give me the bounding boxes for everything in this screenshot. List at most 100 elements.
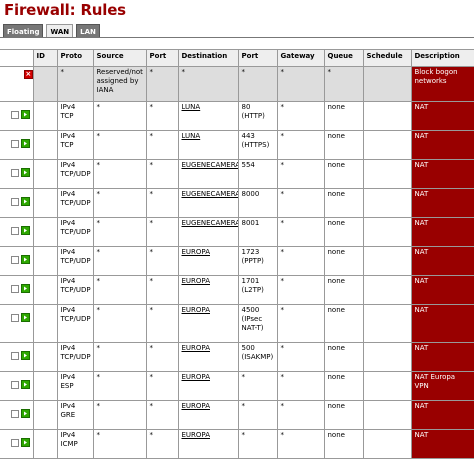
- pass-rule-icon[interactable]: [21, 409, 30, 418]
- tab-wan[interactable]: WAN: [46, 24, 74, 38]
- row-checkbox[interactable]: [11, 168, 19, 177]
- header-gateway: Gateway: [276, 49, 325, 67]
- cell-schedule: [362, 101, 412, 131]
- pass-rule-icon[interactable]: [21, 313, 30, 322]
- pass-rule-icon[interactable]: [21, 284, 30, 293]
- cell-destination: EUGENECAMERA: [177, 188, 239, 218]
- cell-id: [32, 188, 58, 218]
- cell-description: NAT: [410, 217, 474, 247]
- destination-alias-link[interactable]: LUNA: [182, 132, 201, 140]
- destination-alias-link[interactable]: EUROPA: [182, 373, 210, 381]
- pass-rule-icon[interactable]: [21, 110, 30, 119]
- cell-schedule: [362, 130, 412, 160]
- rules-body: × * Reserved/not assigned by IANA * * * * * Bloc…: [0, 66, 474, 459]
- row-checkbox[interactable]: [11, 409, 19, 418]
- row-checkbox[interactable]: [11, 351, 19, 360]
- cell-description: NAT: [410, 188, 474, 218]
- row-checkbox[interactable]: [11, 110, 19, 119]
- destination-alias-link[interactable]: EUROPA: [182, 431, 210, 439]
- row-checkbox[interactable]: [11, 255, 19, 264]
- cell-source: *: [92, 188, 147, 218]
- cell-source: *: [92, 429, 147, 459]
- cell-proto: IPv4 TCP/UDP: [56, 217, 94, 247]
- pass-rule-icon[interactable]: [21, 197, 30, 206]
- pass-rule-icon[interactable]: [21, 168, 30, 177]
- tab-divider: [0, 37, 474, 38]
- table-row: IPv4 TCP/UDP * * EUROPA 4500 (IPsec NAT-T) * n…: [0, 304, 474, 343]
- header-destination: Destination: [177, 49, 239, 67]
- cell-source-port: *: [145, 304, 179, 343]
- cell-source-port: *: [145, 275, 179, 305]
- table-row: × * Reserved/not assigned by IANA * * * * * Bloc…: [0, 66, 474, 102]
- cell-description: NAT Europa VPN: [410, 371, 474, 401]
- cell-queue: none: [323, 159, 364, 189]
- row-checkbox[interactable]: [11, 139, 19, 148]
- row-controls: [0, 342, 33, 372]
- cell-description: NAT: [410, 400, 474, 430]
- cell-destination: EUGENECAMERA: [177, 217, 239, 247]
- row-controls: [0, 400, 33, 430]
- table-row: IPv4 TCP/UDP * * EUGENECAMERA 8001 * none NAT: [0, 217, 474, 247]
- destination-alias-link[interactable]: LUNA: [182, 103, 201, 111]
- pass-rule-icon[interactable]: [21, 380, 30, 389]
- cell-destination: EUROPA: [177, 275, 239, 305]
- pass-rule-icon[interactable]: [21, 226, 30, 235]
- cell-proto: IPv4 TCP/UDP: [56, 342, 94, 372]
- cell-gateway: *: [276, 101, 325, 131]
- cell-destination: LUNA: [177, 101, 239, 131]
- cell-id: [32, 429, 58, 459]
- cell-queue: none: [323, 429, 364, 459]
- table-row: IPv4 TCP/UDP * * EUROPA 1701 (L2TP) * none NAT: [0, 275, 474, 305]
- cell-destination: EUROPA: [177, 246, 239, 276]
- cell-queue: none: [323, 217, 364, 247]
- cell-id: [32, 371, 58, 401]
- cell-destination: LUNA: [177, 130, 239, 160]
- cell-queue: none: [323, 304, 364, 343]
- cell-description: NAT: [410, 429, 474, 459]
- row-checkbox[interactable]: [11, 313, 19, 322]
- cell-id: [32, 217, 58, 247]
- cell-source-port: *: [145, 66, 179, 102]
- cell-destination-port: *: [237, 400, 278, 430]
- table-header-row: ID Proto Source Port Destination Port Ga…: [0, 49, 474, 67]
- tab-lan[interactable]: LAN: [76, 24, 100, 38]
- header-destination-port: Port: [237, 49, 278, 67]
- cell-schedule: [362, 342, 412, 372]
- cell-gateway: *: [276, 304, 325, 343]
- row-checkbox[interactable]: [11, 226, 19, 235]
- cell-source-port: *: [145, 130, 179, 160]
- row-checkbox[interactable]: [11, 380, 19, 389]
- pass-rule-icon[interactable]: [21, 139, 30, 148]
- cell-proto: IPv4 ESP: [56, 371, 94, 401]
- cell-source: Reserved/not assigned by IANA: [92, 66, 147, 102]
- header-description: Description: [410, 49, 474, 67]
- tab-floating[interactable]: Floating: [3, 24, 44, 38]
- row-checkbox[interactable]: [11, 197, 19, 206]
- destination-alias-link[interactable]: EUROPA: [182, 277, 210, 285]
- table-row: IPv4 GRE * * EUROPA * * none NAT: [0, 400, 474, 430]
- cell-destination-port: 1723 (PPTP): [237, 246, 278, 276]
- cell-queue: none: [323, 400, 364, 430]
- destination-alias-link[interactable]: EUROPA: [182, 248, 210, 256]
- cell-destination-port: 554: [237, 159, 278, 189]
- pass-rule-icon[interactable]: [21, 351, 30, 360]
- cell-schedule: [362, 429, 412, 459]
- cell-source-port: *: [145, 217, 179, 247]
- destination-alias-link[interactable]: EUROPA: [182, 344, 210, 352]
- block-rule-icon[interactable]: ×: [24, 70, 33, 79]
- cell-source: *: [92, 371, 147, 401]
- row-controls: [0, 304, 33, 343]
- row-controls: [0, 371, 33, 401]
- destination-alias-link[interactable]: EUGENECAMERA: [182, 219, 238, 227]
- row-controls: [0, 159, 33, 189]
- destination-alias-link[interactable]: EUGENECAMERA: [182, 190, 238, 198]
- destination-alias-link[interactable]: EUROPA: [182, 306, 210, 314]
- cell-destination-port: 80 (HTTP): [237, 101, 278, 131]
- destination-alias-link[interactable]: EUROPA: [182, 402, 210, 410]
- destination-alias-link[interactable]: EUGENECAMERA: [182, 161, 238, 169]
- row-checkbox[interactable]: [11, 284, 19, 293]
- cell-queue: none: [323, 371, 364, 401]
- cell-proto: IPv4 TCP: [56, 101, 94, 131]
- table-row: IPv4 TCP/UDP * * EUROPA 500 (ISAKMP) * none NAT: [0, 342, 474, 372]
- pass-rule-icon[interactable]: [21, 255, 30, 264]
